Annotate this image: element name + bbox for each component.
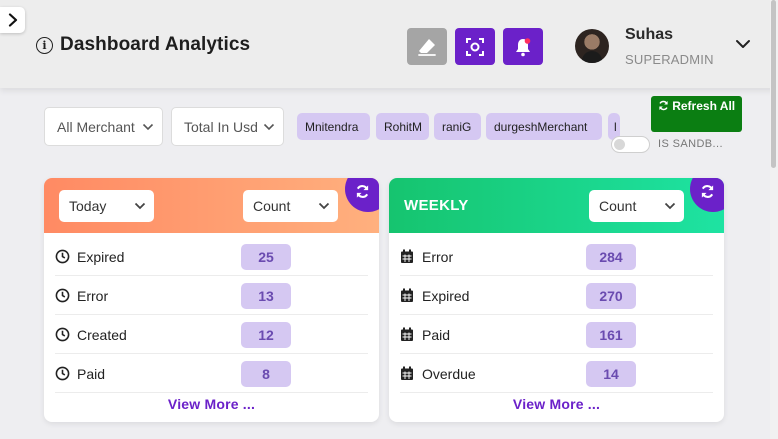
toggle-knob	[614, 139, 625, 150]
period-select[interactable]: Today	[59, 190, 154, 222]
refresh-all-label: Refresh All	[672, 99, 736, 113]
chevron-down-icon	[134, 202, 146, 210]
period-label: WEEKLY	[404, 197, 469, 214]
status-label: Created	[77, 327, 127, 343]
status-count: 12	[241, 322, 291, 348]
sandbox-label: IS SANDB...	[658, 138, 723, 150]
notifications-button[interactable]	[503, 28, 543, 65]
metric-select[interactable]: Count	[243, 190, 338, 222]
user-avatar[interactable]	[575, 29, 609, 63]
list-item: Expired 270	[400, 276, 713, 315]
chevron-down-icon	[263, 123, 275, 131]
top-header: i Dashboard Analytics Suhas SUPERADMIN	[0, 0, 778, 88]
calendar-icon	[401, 366, 413, 380]
card-refresh-button[interactable]	[345, 178, 379, 212]
currency-select[interactable]: Total In Usd	[171, 107, 284, 146]
list-item: Error 284	[400, 237, 713, 276]
merchant-select-value: All Merchant	[57, 118, 135, 135]
chevron-down-icon	[664, 202, 676, 210]
clock-icon	[55, 327, 70, 342]
clock-icon	[55, 288, 70, 303]
view-more-link[interactable]: View More ...	[44, 396, 379, 412]
scan-button[interactable]	[455, 28, 495, 65]
sidebar-toggle-button[interactable]	[0, 7, 25, 33]
scrollbar-thumb[interactable]	[771, 0, 776, 168]
chevron-down-icon	[318, 202, 330, 210]
user-role: SUPERADMIN	[625, 52, 714, 67]
status-label: Expired	[77, 249, 125, 265]
card-header: Today Count	[44, 178, 379, 233]
status-label: Expired	[422, 288, 470, 304]
chevron-right-icon	[8, 13, 17, 27]
card-refresh-button[interactable]	[690, 178, 724, 212]
merchant-chip[interactable]: Mnitendra	[297, 113, 370, 140]
metric-select-value: Count	[253, 198, 291, 214]
page-title: Dashboard Analytics	[60, 34, 251, 55]
list-item: Paid 8	[55, 354, 368, 393]
list-item: Expired 25	[55, 237, 368, 276]
clock-icon	[55, 366, 70, 381]
status-count: 14	[586, 361, 636, 387]
status-count: 284	[586, 244, 636, 270]
metric-select[interactable]: Count	[589, 190, 684, 222]
list-item: Overdue 14	[400, 354, 713, 393]
merchant-chip[interactable]: RohitM	[376, 113, 429, 140]
period-select-value: Today	[69, 198, 107, 214]
status-count: 25	[241, 244, 291, 270]
status-count: 161	[586, 322, 636, 348]
calendar-icon	[401, 288, 413, 302]
merchant-select[interactable]: All Merchant	[44, 107, 163, 146]
status-count: 270	[586, 283, 636, 309]
list-item: Created 12	[55, 315, 368, 354]
clear-button[interactable]	[407, 28, 447, 65]
clock-icon	[55, 249, 70, 264]
info-circle-icon: i	[36, 36, 53, 54]
refresh-all-button[interactable]: Refresh All	[651, 96, 742, 132]
list-item: Error 13	[55, 276, 368, 315]
merchant-chip[interactable]: raniG	[434, 113, 481, 140]
stats-list: Error 284 Expired 270 Paid 161 Overdue 1…	[400, 237, 713, 393]
metric-select-value: Count	[599, 198, 637, 214]
sandbox-toggle[interactable]	[611, 136, 650, 153]
chevron-down-icon	[142, 123, 154, 131]
status-count: 13	[241, 283, 291, 309]
page-title-group: i Dashboard Analytics	[36, 34, 250, 56]
calendar-icon	[401, 327, 413, 341]
user-name: Suhas	[625, 26, 674, 43]
calendar-icon	[401, 249, 413, 263]
bell-icon	[516, 37, 531, 56]
view-more-link[interactable]: View More ...	[389, 396, 724, 412]
currency-select-value: Total In Usd	[184, 118, 258, 135]
stats-list: Expired 25 Error 13 Created 12 Paid 8	[55, 237, 368, 393]
status-label: Paid	[77, 366, 106, 382]
sync-icon	[356, 185, 369, 198]
card-header: WEEKLY Count	[389, 178, 724, 233]
merchant-chip[interactable]: durgeshMerchant	[486, 113, 602, 140]
eraser-icon	[418, 38, 436, 56]
sync-icon	[659, 100, 668, 111]
status-label: Error	[422, 249, 454, 265]
chevron-down-icon[interactable]	[735, 39, 751, 49]
sync-icon	[701, 185, 714, 198]
today-stats-card: Today Count Expired 25 Error 13 Created …	[44, 178, 379, 422]
status-label: Overdue	[422, 366, 476, 382]
status-label: Paid	[422, 327, 451, 343]
status-label: Error	[77, 288, 109, 304]
list-item: Paid 161	[400, 315, 713, 354]
scan-focus-icon	[466, 37, 484, 56]
status-count: 8	[241, 361, 291, 387]
weekly-stats-card: WEEKLY Count Error 284 Expired 270 Paid …	[389, 178, 724, 422]
